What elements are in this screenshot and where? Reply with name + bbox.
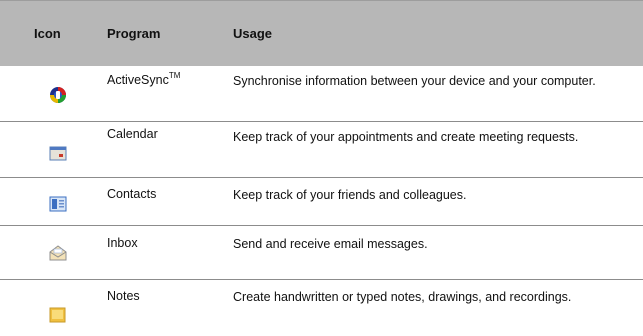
table-row: Contacts Keep track of your friends and … xyxy=(0,178,643,226)
table-row: ActiveSyncTM Synchronise information bet… xyxy=(0,66,643,122)
program-name: Notes xyxy=(107,289,140,303)
program-usage: Send and receive email messages. xyxy=(233,237,428,251)
program-name: ActiveSyncTM xyxy=(107,71,181,87)
table-row: Inbox Send and receive email messages. xyxy=(0,226,643,280)
program-usage: Keep track of your appointments and crea… xyxy=(233,130,579,144)
column-header-program: Program xyxy=(107,26,161,41)
table-row: Calendar Keep track of your appointments… xyxy=(0,122,643,178)
program-name: Inbox xyxy=(107,236,138,250)
program-name: Calendar xyxy=(107,127,158,141)
program-usage: Synchronise information between your dev… xyxy=(233,74,596,88)
activesync-icon xyxy=(50,87,66,103)
contacts-icon xyxy=(49,196,67,212)
table-row: Notes Create handwritten or typed notes,… xyxy=(0,280,643,336)
calendar-icon xyxy=(49,146,67,161)
program-name: Contacts xyxy=(107,187,157,201)
table-header: Icon Program Usage xyxy=(0,0,643,66)
programs-table: Icon Program Usage ActiveSyncTM Synchron… xyxy=(0,0,643,336)
column-header-icon: Icon xyxy=(34,26,61,41)
column-header-usage: Usage xyxy=(233,26,273,41)
inbox-icon xyxy=(49,245,67,261)
program-usage: Create handwritten or typed notes, drawi… xyxy=(233,290,572,304)
program-usage: Keep track of your friends and colleague… xyxy=(233,188,467,202)
notes-icon xyxy=(49,307,66,323)
